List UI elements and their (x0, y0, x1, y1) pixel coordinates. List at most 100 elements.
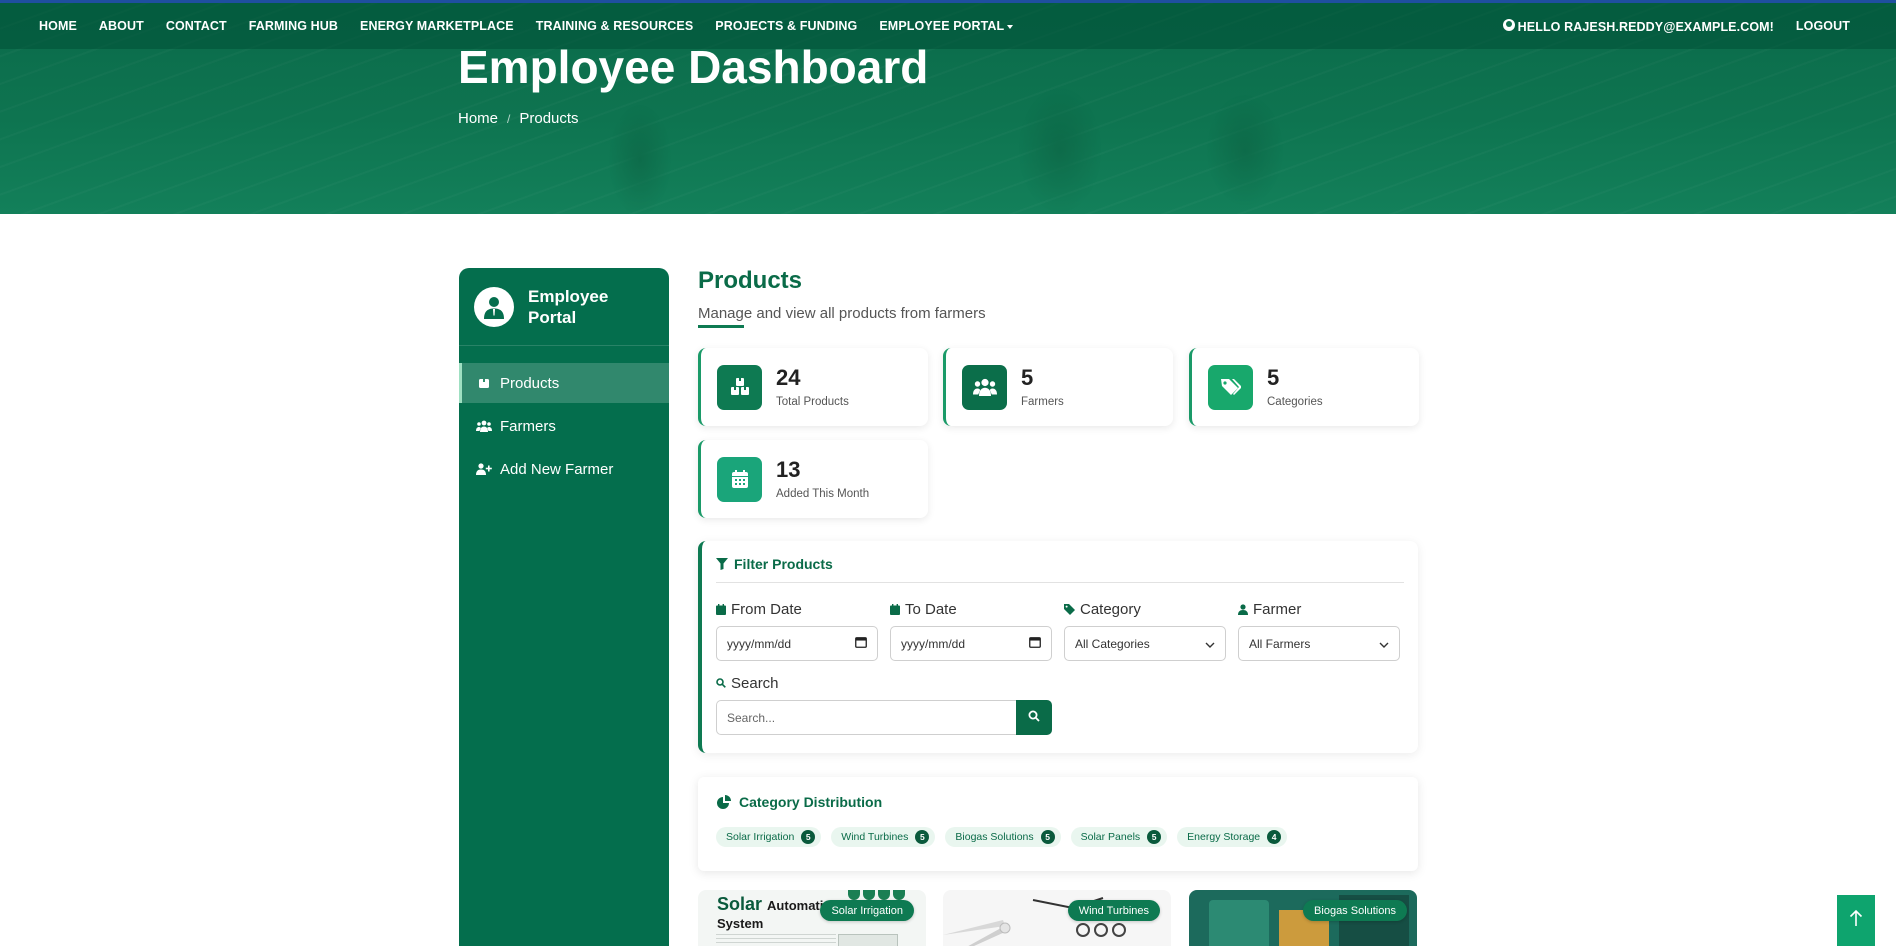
product-card[interactable]: Wind Turbines (943, 890, 1171, 946)
calendar-icon (890, 603, 900, 615)
stat-value: 5 (1021, 365, 1034, 390)
product-card[interactable]: Solar Automatic Watering System Solar Ir… (698, 890, 926, 946)
page-heading: Employee Dashboard (458, 41, 929, 93)
nav-about[interactable]: ABOUT (99, 19, 144, 33)
logout-link[interactable]: LOGOUT (1796, 19, 1850, 33)
stat-value: 5 (1267, 365, 1280, 390)
farmer-select-value: All Farmers (1249, 636, 1311, 651)
hero-banner: HOME ABOUT CONTACT FARMING HUB ENERGY MA… (0, 0, 1896, 214)
users-icon (962, 364, 1007, 410)
category-distribution-panel: Category Distribution Solar Irrigation 5 … (698, 777, 1418, 871)
category-chip-biogas-solutions: Biogas Solutions 5 (945, 827, 1061, 847)
sidebar-item-add-new-farmer[interactable]: Add New Farmer (459, 449, 669, 489)
chip-count: 5 (801, 830, 816, 844)
breadcrumb-separator: / (507, 111, 511, 126)
category-label: Category (1064, 600, 1226, 618)
chevron-down-icon (1205, 637, 1215, 651)
users-icon (475, 420, 493, 432)
stat-label: Categories (1267, 396, 1323, 408)
chip-count: 5 (1147, 830, 1162, 844)
to-date-label: To Date (890, 600, 1052, 618)
user-greeting-text: HELLO RAJESH.REDDY@EXAMPLE.COM! (1517, 19, 1774, 34)
section-subtitle: Manage and view all products from farmer… (698, 305, 986, 322)
filter-title: Filter Products (716, 556, 833, 572)
tags-icon (1208, 364, 1253, 410)
nav-employee-portal-label: EMPLOYEE PORTAL (879, 19, 1005, 33)
box-icon (475, 377, 493, 389)
stat-card-added-this-month: 13 Added This Month (698, 440, 928, 518)
nav-contact[interactable]: CONTACT (166, 19, 227, 33)
nav-home[interactable]: HOME (39, 19, 77, 33)
farmer-group: Farmer All Farmers (1238, 600, 1400, 661)
stat-card-categories: 5 Categories (1189, 348, 1419, 426)
chip-label: Solar Irrigation (726, 831, 795, 843)
search-input[interactable]: Search... (716, 700, 1016, 735)
search-icon (716, 678, 726, 688)
sidebar-item-farmers[interactable]: Farmers (459, 406, 669, 446)
search-button[interactable] (1016, 700, 1052, 735)
filter-divider (716, 582, 1404, 583)
nav-farming-hub[interactable]: FARMING HUB (249, 19, 338, 33)
category-label-text: Category (1080, 600, 1141, 618)
category-select-value: All Categories (1075, 636, 1150, 651)
calendar-picker-icon[interactable] (1029, 636, 1041, 651)
nav-energy-marketplace[interactable]: ENERGY MARKETPLACE (360, 19, 514, 33)
user-greeting[interactable]: HELLO RAJESH.REDDY@EXAMPLE.COM! (1502, 18, 1774, 34)
stat-text: 5 Categories (1267, 365, 1323, 409)
category-badge: Biogas Solutions (1303, 900, 1407, 921)
category-chip-energy-storage: Energy Storage 4 (1177, 827, 1288, 847)
stat-label: Added This Month (776, 488, 870, 500)
from-date-input[interactable]: yyyy/mm/dd (716, 626, 878, 661)
nav-employee-portal-dropdown[interactable]: EMPLOYEE PORTAL (879, 19, 1014, 33)
category-distribution-title: Category Distribution (717, 794, 882, 810)
to-date-input[interactable]: yyyy/mm/dd (890, 626, 1052, 661)
sidebar-item-label: Add New Farmer (500, 460, 614, 478)
from-date-value: yyyy/mm/dd (727, 636, 792, 651)
stat-text: 5 Farmers (1021, 365, 1064, 409)
chip-count: 5 (915, 830, 930, 844)
from-date-label: From Date (716, 600, 878, 618)
category-badge: Solar Irrigation (820, 900, 914, 921)
nav-training-resources[interactable]: TRAINING & RESOURCES (536, 19, 694, 33)
chip-label: Wind Turbines (841, 831, 909, 843)
pie-chart-icon (717, 795, 731, 809)
calendar-picker-icon[interactable] (855, 636, 867, 651)
product-image-text-main: Solar (717, 894, 763, 914)
product-image-fineprint (716, 934, 836, 946)
category-select[interactable]: All Categories (1064, 626, 1226, 661)
breadcrumb-current: Products (519, 110, 579, 127)
user-icon (1238, 603, 1248, 615)
farmer-select[interactable]: All Farmers (1238, 626, 1400, 661)
stat-label: Total Products (776, 396, 849, 408)
stat-card-farmers: 5 Farmers (943, 348, 1173, 426)
stat-card-total-products: 24 Total Products (698, 348, 928, 426)
sidebar-item-products[interactable]: Products (459, 363, 669, 403)
search-icon (1028, 709, 1040, 727)
stat-value: 13 (776, 457, 801, 482)
search-label: Search (716, 674, 779, 692)
user-plus-icon (475, 463, 493, 475)
calendar-icon (716, 603, 726, 615)
filter-title-text: Filter Products (734, 556, 833, 572)
search-label-text: Search (731, 674, 779, 692)
chevron-down-icon (1379, 637, 1389, 651)
caret-down-icon (1007, 24, 1014, 29)
tag-icon (1064, 603, 1075, 615)
category-chips: Solar Irrigation 5 Wind Turbines 5 Biogas … (716, 827, 1297, 847)
product-card[interactable]: Biogas Solutions (1189, 890, 1417, 946)
breadcrumb-home[interactable]: Home (458, 110, 498, 127)
back-to-top-button[interactable] (1837, 895, 1875, 946)
boxes-icon (717, 364, 762, 410)
sidebar: Employee Portal Products Farmers Add New… (459, 268, 669, 946)
search-bar: Search... (716, 700, 1052, 735)
category-badge: Wind Turbines (1067, 900, 1160, 921)
calendar-icon (717, 456, 762, 502)
nav-projects-funding[interactable]: PROJECTS & FUNDING (715, 19, 857, 33)
stat-text: 13 Added This Month (776, 457, 870, 501)
to-date-value: yyyy/mm/dd (901, 636, 966, 651)
farmer-label-text: Farmer (1253, 600, 1302, 618)
category-chip-solar-irrigation: Solar Irrigation 5 (716, 827, 822, 847)
from-date-group: From Date yyyy/mm/dd (716, 600, 878, 661)
filter-panel: Filter Products From Date yyyy/mm/dd To … (698, 541, 1418, 753)
chip-label: Biogas Solutions (955, 831, 1034, 843)
